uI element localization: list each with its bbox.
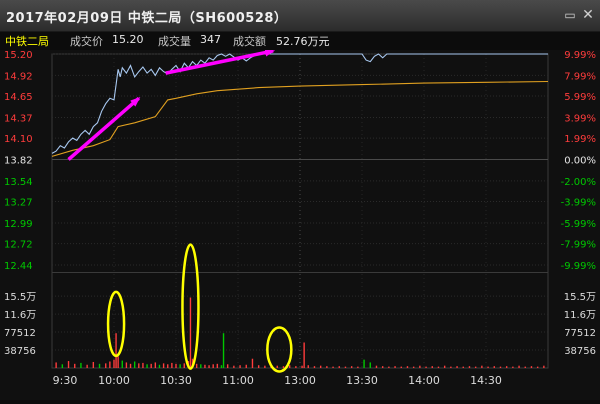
time-tick-label: 10:30 bbox=[160, 374, 192, 387]
pct-tick-label: -3.99% bbox=[561, 198, 596, 209]
time-tick-label: 11:00 bbox=[222, 374, 254, 387]
pct-tick-label: -2.00% bbox=[561, 177, 596, 188]
price-tick-label: 14.10 bbox=[4, 134, 33, 145]
annotation-circle bbox=[266, 326, 293, 373]
volume-tick-label: 11.6万 bbox=[564, 310, 596, 321]
title-bar: 2017年02月09日 中铁二局（SH600528） ▭ ✕ bbox=[0, 0, 600, 32]
price-tick-label: 12.99 bbox=[4, 219, 33, 230]
volume-tick-label: 15.5万 bbox=[4, 292, 36, 303]
chart-svg: 15.20 14.92 14.65 14.37 14.10 13.82 13.54 13.27… bbox=[4, 48, 596, 387]
amount-label: 成交额 bbox=[233, 35, 266, 48]
pct-tick-label: -5.99% bbox=[561, 219, 596, 230]
pct-tick-label: 7.99% bbox=[564, 71, 596, 82]
price-tick-label: 13.27 bbox=[4, 198, 33, 209]
price-tick-label: 12.44 bbox=[4, 261, 33, 272]
volume-tick-label: 11.6万 bbox=[4, 310, 36, 321]
price-tick-label: 14.65 bbox=[4, 92, 33, 103]
price-label: 成交价 bbox=[70, 35, 103, 48]
volume-tick-label: 77512 bbox=[4, 328, 36, 339]
time-tick-label: 13:30 bbox=[346, 374, 378, 387]
intraday-chart[interactable]: 15.20 14.92 14.65 14.37 14.10 13.82 13.54 13.27… bbox=[0, 48, 600, 400]
pct-tick-label: 3.99% bbox=[564, 113, 596, 124]
price-tick-label: 14.92 bbox=[4, 71, 33, 82]
amount-value: 52.76万元 bbox=[276, 35, 330, 48]
pct-tick-label: 9.99% bbox=[564, 50, 596, 61]
pct-tick-label: 1.99% bbox=[564, 134, 596, 145]
pct-tick-label: 0.00% bbox=[564, 156, 596, 167]
time-tick-label: 13:00 bbox=[284, 374, 316, 387]
info-bar: 中铁二局 成交价 15.20 成交量 347 成交额 52.76万元 bbox=[0, 32, 600, 50]
time-tick-label: 14:30 bbox=[470, 374, 502, 387]
volume-tick-label: 15.5万 bbox=[564, 292, 596, 303]
price-tick-label: 14.37 bbox=[4, 113, 33, 124]
price-tick-label: 13.54 bbox=[4, 177, 33, 188]
volume-value: 347 bbox=[200, 33, 221, 46]
price-tick-label: 15.20 bbox=[4, 50, 33, 61]
volume-tick-label: 77512 bbox=[564, 328, 596, 339]
volume-tick-label: 38756 bbox=[4, 346, 36, 357]
minimize-icon[interactable]: ▭ bbox=[562, 7, 578, 23]
pct-tick-label: -7.99% bbox=[561, 240, 596, 251]
window-title: 2017年02月09日 中铁二局（SH600528） bbox=[6, 11, 288, 26]
time-tick-label: 9:30 bbox=[53, 374, 78, 387]
pct-tick-label: 5.99% bbox=[564, 92, 596, 103]
pct-tick-label: -9.99% bbox=[561, 261, 596, 272]
stock-name: 中铁二局 bbox=[5, 35, 49, 48]
volume-tick-label: 38756 bbox=[564, 346, 596, 357]
close-icon[interactable]: ✕ bbox=[580, 7, 596, 23]
volume-label: 成交量 bbox=[158, 35, 191, 48]
price-tick-label: 13.82 bbox=[4, 156, 33, 167]
price-value: 15.20 bbox=[112, 33, 144, 46]
time-tick-label: 14:00 bbox=[408, 374, 440, 387]
time-tick-label: 10:00 bbox=[98, 374, 130, 387]
price-tick-label: 12.72 bbox=[4, 240, 33, 251]
stock-window: 2017年02月09日 中铁二局（SH600528） ▭ ✕ 中铁二局 成交价 … bbox=[0, 0, 600, 400]
